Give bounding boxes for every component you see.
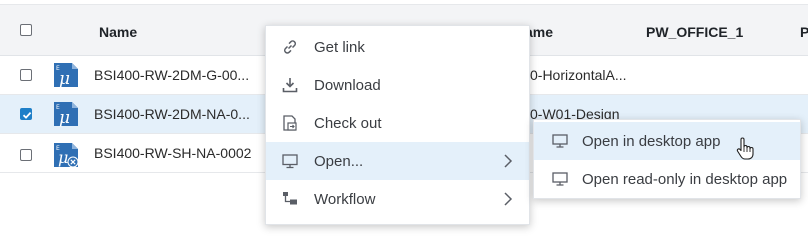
menu-item-download[interactable]: Download (266, 66, 529, 104)
chevron-right-icon (504, 154, 513, 168)
svg-text:μ: μ (58, 148, 68, 167)
file-name[interactable]: BSI400-RW-2DM-NA-0... (94, 106, 250, 122)
chevron-right-icon (504, 192, 513, 206)
menu-item-check-out[interactable]: Check out (266, 104, 529, 142)
context-menu: Get link Download Check out Open... Work… (265, 25, 530, 225)
menu-item-label: Open in desktop app (582, 133, 721, 150)
microstation-file-icon: E μ (54, 63, 78, 88)
checkmark-icon (22, 111, 32, 119)
column-header-p[interactable]: P (800, 24, 808, 40)
menu-item-label: Check out (314, 115, 382, 132)
menu-item-label: Open read-only in desktop app (582, 171, 788, 188)
cell-name-2: 0-HorizontalA... (530, 67, 627, 83)
microstation-file-icon: E μ (54, 102, 78, 127)
select-all-checkbox[interactable] (20, 24, 32, 36)
menu-item-open[interactable]: Open... (266, 142, 529, 180)
menu-item-open-in-desktop-app[interactable]: Open in desktop app (534, 122, 800, 160)
menu-item-label: Workflow (314, 191, 376, 208)
hand-pointer-icon (736, 137, 754, 160)
microstation-file-checked-out-icon: E μ (54, 143, 79, 168)
svg-text:μ: μ (59, 108, 70, 127)
menu-item-label: Get link (314, 39, 365, 56)
menu-item-label: Download (314, 77, 381, 94)
menu-item-workflow[interactable]: Workflow (266, 180, 529, 218)
menu-item-open-read-only-in-desktop-app[interactable]: Open read-only in desktop app (534, 160, 800, 198)
column-header-name[interactable]: Name (99, 24, 137, 40)
monitor-icon (552, 134, 568, 148)
workflow-icon (283, 192, 297, 205)
monitor-icon (552, 172, 568, 186)
monitor-icon (282, 154, 298, 169)
row-checkbox[interactable] (20, 69, 32, 81)
download-icon (282, 78, 298, 93)
svg-text:μ: μ (59, 69, 70, 88)
menu-item-get-link[interactable]: Get link (266, 28, 529, 66)
menu-item-label: Open... (314, 153, 364, 170)
column-header-pw-office-1[interactable]: PW_OFFICE_1 (646, 24, 743, 40)
row-checkbox[interactable] (20, 108, 32, 120)
check-out-icon (283, 115, 297, 131)
file-name[interactable]: BSI400-RW-SH-NA-0002 (94, 145, 251, 161)
row-checkbox[interactable] (20, 149, 32, 161)
file-name[interactable]: BSI400-RW-2DM-G-00... (94, 67, 249, 83)
open-submenu: Open in desktop app Open read-only in de… (533, 119, 801, 199)
link-icon (284, 40, 296, 54)
